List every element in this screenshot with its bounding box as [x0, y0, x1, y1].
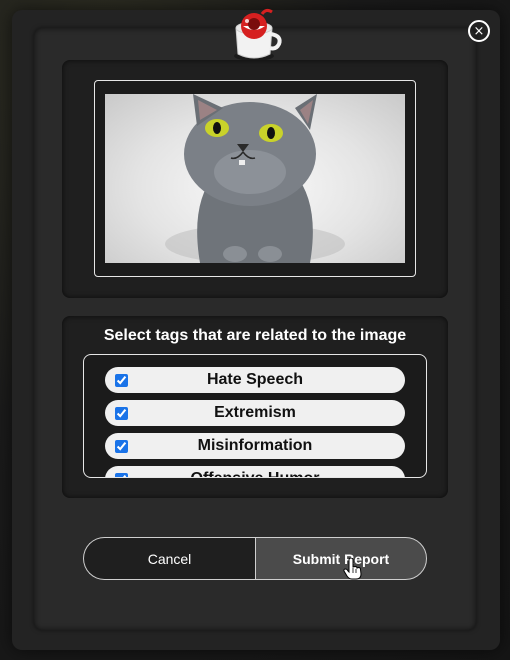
tag-label: Extremism: [214, 404, 296, 421]
tags-title: Select tags that are related to the imag…: [103, 327, 407, 344]
cancel-button[interactable]: Cancel: [83, 537, 255, 580]
tag-checkbox[interactable]: [115, 407, 128, 420]
reported-image: [105, 94, 405, 263]
hand-pointer-cursor-icon: [343, 558, 362, 580]
close-icon: ×: [473, 23, 485, 39]
cat-photo-icon: [165, 94, 345, 263]
tag-label: Offensive Humor: [105, 470, 405, 477]
tag-checkbox[interactable]: [115, 473, 128, 477]
tag-item-extremism[interactable]: Extremism: [105, 400, 405, 426]
submit-report-button[interactable]: Submit Report: [255, 537, 427, 580]
tag-item-hate-speech[interactable]: Hate Speech: [105, 367, 405, 393]
tags-list[interactable]: Hate Speech Extremism Misinformation Off…: [83, 354, 427, 478]
tag-checkbox[interactable]: [115, 440, 128, 453]
tag-item-misinformation[interactable]: Misinformation: [105, 433, 405, 459]
close-button[interactable]: ×: [468, 20, 490, 42]
report-mascot-mug-icon: [234, 8, 282, 61]
tag-checkbox[interactable]: [115, 374, 128, 387]
tag-item-offensive-humor[interactable]: Offensive Humor: [105, 466, 405, 477]
tag-label: Misinformation: [197, 437, 313, 454]
tag-label: Hate Speech: [206, 371, 304, 388]
